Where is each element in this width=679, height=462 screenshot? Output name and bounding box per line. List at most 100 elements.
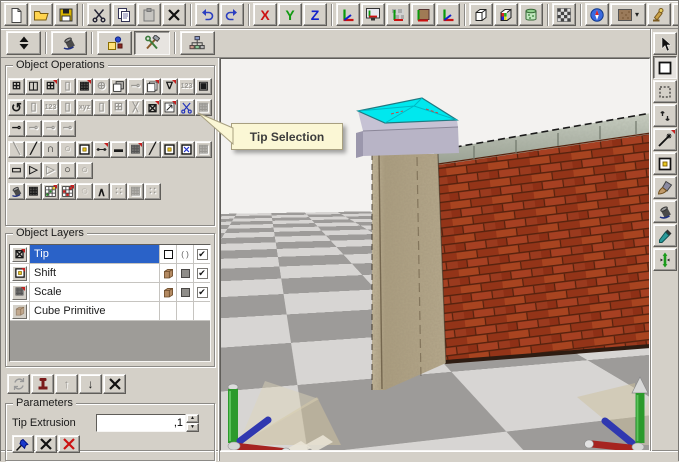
cut-button[interactable] [87, 3, 111, 26]
dual-columns-button[interactable]: ◫ [25, 78, 42, 95]
move-vertical-button[interactable] [653, 248, 677, 271]
swap-vertical-button[interactable] [653, 104, 677, 127]
view-axis-button[interactable] [336, 3, 360, 26]
material-picker-button[interactable]: ▾ [610, 3, 646, 26]
fill-tool-button[interactable] [653, 200, 677, 223]
render-textured-button[interactable] [519, 3, 543, 26]
ellipse-shape-button[interactable]: ○ [59, 162, 76, 179]
rect-select-button[interactable] [653, 56, 677, 79]
save-file-button[interactable] [54, 3, 78, 26]
layer-type-button[interactable]: ⊠ [12, 247, 27, 262]
layer-type-button[interactable] [12, 266, 27, 281]
layer-list[interactable]: ⊠Tip( )✔Shift✔▦Scale✔Cube Primitive [9, 244, 211, 362]
open-file-button[interactable] [29, 3, 53, 26]
layer-visibility-checkbox[interactable]: ✔ [197, 249, 208, 260]
rotate-ccw-button[interactable]: ↺ [8, 99, 25, 116]
layer-type-button[interactable]: ▦ [12, 285, 27, 300]
mode-hierarchy-button[interactable] [180, 31, 215, 55]
peak-tool-button[interactable]: ∧ [93, 183, 110, 200]
filter-funnel-button[interactable]: ∇ [161, 78, 178, 95]
arch-tool-button[interactable]: ∩ [42, 141, 59, 158]
texture-slot-empty[interactable] [164, 250, 173, 259]
vertex-box-button[interactable] [161, 141, 178, 158]
layer-row-tip[interactable]: ⊠Tip( )✔ [10, 245, 210, 264]
chain-dots-button[interactable] [93, 141, 110, 158]
duplicate-squares-button[interactable] [144, 78, 161, 95]
foliage-grid-button[interactable] [42, 183, 59, 200]
brick-wall[interactable] [433, 113, 650, 363]
texture-cube-icon[interactable] [162, 267, 175, 280]
tri-shape-button[interactable]: ▷ [25, 162, 42, 179]
mode-transform-button[interactable] [6, 31, 41, 55]
split-window-button[interactable]: ⊞ [8, 78, 25, 95]
segment-1-button[interactable]: ⊸ [8, 120, 25, 137]
light-tool-button[interactable] [647, 3, 671, 26]
axis-z-button[interactable]: Z [303, 3, 327, 26]
brush-tool-button[interactable] [653, 176, 677, 199]
clear-black-button[interactable] [35, 435, 57, 453]
marked-grid-button[interactable] [59, 183, 76, 200]
undo-button[interactable] [195, 3, 219, 26]
axis-y-button[interactable]: Y [278, 3, 302, 26]
blend-slot[interactable] [181, 269, 190, 278]
view-solid-button[interactable] [411, 3, 435, 26]
spinner-up-button[interactable]: ▲ [186, 414, 199, 423]
camera-tool-button[interactable] [672, 3, 678, 26]
split-scissors-button[interactable] [178, 99, 195, 116]
center-marker-button[interactable] [76, 141, 93, 158]
layer-row-shift[interactable]: Shift✔ [10, 264, 210, 283]
mesh-grid-button[interactable]: ▦ [25, 183, 42, 200]
view-axis-alt-button[interactable] [436, 3, 460, 26]
layer-visibility-checkbox[interactable]: ✔ [197, 268, 208, 279]
stamp-layer-button[interactable] [31, 374, 54, 394]
layer-row-scale[interactable]: ▦Scale✔ [10, 283, 210, 302]
texture-cube-icon[interactable] [162, 286, 175, 299]
rect-shape-button[interactable]: ▭ [8, 162, 25, 179]
curve-tool-button[interactable]: ╱ [25, 141, 42, 158]
mode-tools-button[interactable] [134, 31, 169, 55]
vertex-marker-button[interactable] [653, 152, 677, 175]
axis-x-button[interactable]: X [253, 3, 277, 26]
grid-marked-button[interactable]: ⊞ [42, 78, 59, 95]
move-layer-down-button[interactable]: ↓ [79, 374, 102, 394]
pattern-view-button[interactable] [552, 3, 576, 26]
tip-extrusion-input[interactable] [96, 414, 186, 432]
view-screen-button[interactable] [361, 3, 385, 26]
mode-paint-button[interactable] [51, 31, 86, 55]
tip-selection-button[interactable]: ⊠ [144, 99, 161, 116]
layer-type-button[interactable] [12, 304, 27, 319]
spinner-down-button[interactable]: ▼ [186, 423, 199, 432]
fill-bucket-button[interactable] [8, 183, 25, 200]
overlap-squares-button[interactable] [110, 78, 127, 95]
render-wireframe-button[interactable] [469, 3, 493, 26]
blend-slot[interactable] [181, 288, 190, 297]
delete-layer-button[interactable] [103, 374, 126, 394]
magic-wand-button[interactable] [653, 128, 677, 151]
select-pointer-button[interactable] [653, 32, 677, 55]
slash-tool-button[interactable]: ╱ [144, 141, 161, 158]
new-file-button[interactable] [4, 3, 28, 26]
mode-objects-button[interactable] [97, 31, 132, 55]
picker-tool-button[interactable] [653, 224, 677, 247]
view-ghost-button[interactable] [386, 3, 410, 26]
viewport-3d[interactable] [220, 58, 650, 451]
clear-red-button[interactable] [58, 435, 80, 453]
copy-button[interactable] [112, 3, 136, 26]
stone-pillar[interactable] [372, 154, 446, 390]
grid-heavy-button[interactable]: ▦ [76, 78, 93, 95]
texture-grid-button[interactable]: ▦ [127, 141, 144, 158]
navigator-button[interactable] [585, 3, 609, 26]
mask-slot-icon[interactable]: ( ) [181, 250, 189, 259]
corner-arrow-button[interactable] [161, 99, 178, 116]
apply-pin-button[interactable] [12, 435, 34, 453]
redo-button[interactable] [220, 3, 244, 26]
cross-box-button[interactable] [178, 141, 195, 158]
render-colored-button[interactable] [494, 3, 518, 26]
layer-visibility-checkbox[interactable]: ✔ [197, 287, 208, 298]
nested-squares-button[interactable]: ▣ [195, 78, 212, 95]
dropdown-arrow-icon[interactable]: ▾ [635, 10, 639, 19]
delete-button[interactable] [162, 3, 186, 26]
thick-bar-button[interactable]: ▬ [110, 141, 127, 158]
marquee-select-button[interactable] [653, 80, 677, 103]
layer-row-cube-primitive[interactable]: Cube Primitive [10, 302, 210, 321]
